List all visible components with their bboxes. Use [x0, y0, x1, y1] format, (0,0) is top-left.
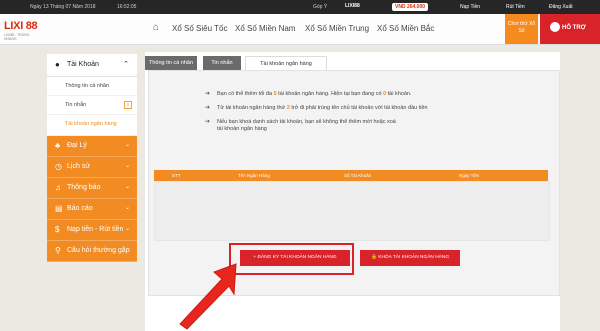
note-text: trở đi phải trùng tên chủ tài khoản với … — [289, 105, 428, 111]
lock-bank-account-button[interactable]: 🔒 KHÓA TÀI KHOẢN NGÂN HÀNG — [360, 250, 460, 266]
try-lottery-button[interactable]: Chơi thử Xổ Số — [505, 14, 538, 44]
withdraw-link[interactable]: Rút Tiền — [506, 4, 525, 10]
logo[interactable]: LIXI 88 LIXI88 - TRÚNG NHANH — [4, 16, 42, 41]
sidebar-account-header[interactable]: ● Tài Khoản ⌃ — [47, 54, 137, 77]
balance-display: VND 264,000 — [392, 3, 429, 11]
chevron-down-icon: ⌄ — [124, 226, 130, 232]
current-date: Ngày 13 Tháng 07 Năm 2018 — [30, 4, 96, 10]
sidebar-item-history[interactable]: ◷ Lịch sử ⌄ — [47, 157, 137, 178]
sidebar-item-label: Thông báo — [67, 184, 101, 191]
col-account-number: Số Tài Khoản — [344, 173, 372, 178]
bell-icon: ♫ — [55, 183, 61, 192]
chevron-up-icon: ⌃ — [123, 61, 129, 68]
note-text: tài khoản. — [386, 91, 412, 97]
note-lock-warning: ➔ Nếu bạn khoá danh sách tài khoản, bạn … — [205, 119, 397, 133]
nav-sieu-toc[interactable]: Xổ Số Siêu Tốc — [172, 24, 227, 33]
sidebar-item-profile[interactable]: Thông tin cá nhân — [47, 77, 137, 96]
pointer-arrow-icon — [179, 263, 237, 330]
note-max-accounts: ➔ Bạn có thể thêm tối đa 5 tài khoản ngâ… — [205, 91, 412, 98]
arrow-right-icon: ➔ — [205, 91, 211, 97]
main-nav: LIXI 88 LIXI88 - TRÚNG NHANH ⌂ Xổ Số Siê… — [0, 14, 600, 45]
note-text: Bạn có thể thêm tối đa — [217, 91, 274, 97]
sidebar-item-deposit-withdraw[interactable]: $ Nạp tiền - Rút tiền ⌄ — [47, 220, 137, 241]
col-stt: STT — [172, 173, 181, 178]
register-bank-account-button[interactable]: + ĐĂNG KÝ TÀI KHOẢN NGÂN HÀNG — [240, 250, 350, 266]
note-text: tài khoản ngân hàng. Hiện tại bạn đang c… — [276, 91, 384, 97]
sidebar-item-faq[interactable]: ⚲ Câu hỏi thường gặp — [47, 241, 137, 262]
sidebar-item-label: Nạp tiền - Rút tiền — [67, 226, 124, 233]
sidebar-item-reports[interactable]: ▤ Báo cáo ⌄ — [47, 199, 137, 220]
chevron-down-icon: ⌄ — [124, 184, 130, 190]
sidebar-item-label: Tài khoản ngân hàng — [65, 121, 117, 127]
note-text: Nếu bạn khoá danh sách tài khoản, bạn sẽ… — [217, 119, 396, 132]
col-bank-name: Tên Ngân Hàng — [238, 173, 270, 178]
sidebar-item-label: Lịch sử — [67, 163, 90, 170]
location-icon: ⚲ — [55, 246, 61, 255]
sidebar-item-label: Đại Lý — [67, 142, 87, 149]
chevron-down-icon: ⌄ — [124, 142, 130, 148]
chevron-down-icon: ⌄ — [124, 205, 130, 211]
support-icon — [550, 22, 560, 32]
username[interactable]: LIXI88 — [345, 3, 360, 9]
sidebar-item-notifications[interactable]: ♫ Thông báo ⌄ — [47, 178, 137, 199]
user-icon: ● — [55, 60, 60, 69]
arrow-right-icon: ➔ — [205, 119, 211, 125]
report-icon: ▤ — [55, 204, 63, 213]
note-text: Từ tài khoản ngân hàng thứ — [217, 105, 287, 111]
current-time: 16:52:05 — [117, 4, 137, 10]
nav-mien-nam[interactable]: Xổ Số Miền Nam — [235, 24, 295, 33]
tab-profile[interactable]: Thông tin cá nhân — [145, 56, 197, 70]
logo-tagline: LIXI88 - TRÚNG NHANH — [4, 33, 30, 41]
sidebar-item-agent[interactable]: ♣ Đại Lý ⌄ — [47, 136, 137, 157]
sidebar-item-label: Thông tin cá nhân — [65, 83, 110, 89]
arrow-right-icon: ➔ — [205, 105, 211, 111]
sidebar-item-messages[interactable]: Tin nhắn 0 — [47, 96, 137, 115]
sidebar-item-label: Câu hỏi thường gặp — [67, 247, 130, 254]
top-status-bar: Ngày 13 Tháng 07 Năm 2018 16:52:05 Góp Ý… — [0, 0, 600, 14]
support-button[interactable]: HỖ TRỢ — [540, 14, 600, 44]
sidebar-item-label: Tin nhắn — [65, 102, 87, 108]
money-icon: $ — [55, 225, 60, 234]
chevron-down-icon: ⌄ — [124, 163, 130, 169]
bank-table-body — [154, 181, 550, 241]
sidebar-account-label: Tài Khoản — [67, 61, 99, 68]
logout-link[interactable]: Đăng Xuất — [549, 4, 573, 10]
nav-mien-trung[interactable]: Xổ Số Miền Trung — [305, 24, 369, 33]
message-count-badge: 0 — [124, 101, 132, 109]
sidebar-item-bank-account[interactable]: Tài khoản ngân hàng — [47, 115, 137, 136]
bank-table-header: STT Tên Ngân Hàng Số Tài Khoản Ngày Tiền — [154, 170, 548, 181]
home-icon[interactable]: ⌂ — [153, 22, 159, 33]
tab-bank-account[interactable]: Tài khoản ngân hàng — [245, 56, 327, 71]
deposit-link[interactable]: Nạp Tiền — [460, 4, 480, 10]
logo-title: LIXI 88 — [4, 20, 38, 32]
nav-mien-bac[interactable]: Xổ Số Miền Bắc — [377, 24, 434, 33]
sidebar: ● Tài Khoản ⌃ Thông tin cá nhân Tin nhắn… — [47, 54, 137, 262]
agent-icon: ♣ — [55, 141, 61, 150]
clock-icon: ◷ — [55, 162, 62, 171]
tab-messages[interactable]: Tin nhắn — [203, 56, 241, 70]
note-same-owner: ➔ Từ tài khoản ngân hàng thứ 2 trở đi ph… — [205, 105, 428, 112]
support-label: HỖ TRỢ — [562, 25, 586, 31]
feedback-link[interactable]: Góp Ý — [313, 4, 327, 10]
col-date: Ngày Tiền — [459, 173, 480, 178]
sidebar-item-label: Báo cáo — [67, 205, 93, 212]
